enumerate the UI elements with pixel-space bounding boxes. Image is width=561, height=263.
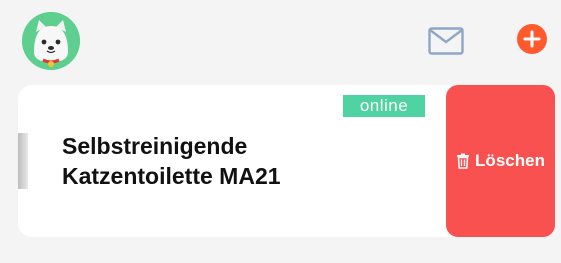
- delete-label: Löschen: [475, 151, 545, 170]
- envelope-icon: [428, 27, 464, 55]
- dog-avatar-icon: [22, 12, 80, 70]
- device-name: Selbstreinigende Katzentoilette MA21: [62, 133, 281, 189]
- delete-button[interactable]: Löschen: [446, 85, 555, 237]
- plus-icon: [523, 30, 541, 48]
- messages-button[interactable]: [428, 27, 464, 55]
- status-badge: online: [343, 95, 425, 117]
- device-card[interactable]: online Selbstreinigende Katzentoilette M…: [18, 85, 488, 237]
- user-avatar[interactable]: [22, 12, 80, 70]
- trash-icon: [456, 153, 470, 169]
- device-thumbnail: [18, 133, 28, 189]
- top-bar: [0, 0, 561, 80]
- add-device-button[interactable]: [517, 24, 547, 54]
